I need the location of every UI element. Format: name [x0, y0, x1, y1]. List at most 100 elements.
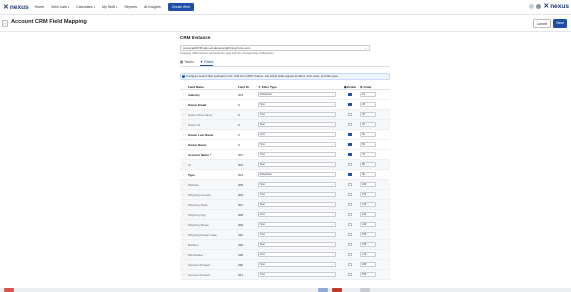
order-input[interactable]: 150 [360, 232, 376, 237]
nav-item-calendars[interactable]: Calendars [76, 5, 92, 9]
order-input[interactable]: 30 [360, 112, 376, 117]
col-field-name: Field Name [188, 84, 205, 89]
filter-type-select[interactable]: Text ⌄ [258, 192, 336, 197]
col-visible: ◉ Visible [343, 84, 357, 89]
order-input[interactable]: 20 [360, 102, 376, 107]
visible-checkbox[interactable] [348, 252, 352, 257]
visible-checkbox[interactable] [348, 172, 352, 177]
visible-checkbox[interactable] [348, 192, 352, 197]
visible-checkbox[interactable] [348, 272, 352, 277]
filter-type-select[interactable]: Text ⌄ [258, 112, 336, 117]
filter-type-select[interactable]: Text ⌄ [258, 132, 336, 137]
nav-item-reports[interactable]: Reports [124, 5, 137, 9]
app-icon[interactable] [360, 288, 370, 292]
cancel-button[interactable]: Cancel [532, 19, 552, 28]
order-input[interactable]: 70 [360, 152, 376, 157]
field-id: 301 [238, 152, 244, 157]
order-input[interactable]: 190 [360, 272, 376, 277]
filter-type-select[interactable]: Text ⌄ [258, 242, 336, 247]
visible-checkbox[interactable] [348, 182, 352, 187]
app-icon[interactable] [332, 288, 342, 292]
nexus-logo[interactable]: ✕ nexus [3, 3, 29, 12]
visible-checkbox[interactable] [348, 242, 352, 247]
order-input[interactable]: 160 [360, 242, 376, 247]
filter-type-select[interactable]: Text ⌄ [258, 102, 336, 107]
filter-type-select[interactable]: Dropdown ⌄ [258, 92, 336, 97]
filter-type-select[interactable]: Text ⌄ [258, 262, 336, 267]
nav-item-home[interactable]: Home [35, 5, 45, 9]
visible-checkbox[interactable] [348, 222, 352, 227]
chevron-down-icon: ⌄ [331, 173, 334, 176]
crm-instance-select[interactable]: scorecard6745-dev-ed.develop.lightning.f… [180, 45, 370, 51]
filter-type-select[interactable]: Text ⌄ [258, 122, 336, 127]
order-input[interactable]: 90 [360, 172, 376, 177]
help-icon[interactable] [529, 3, 535, 9]
order-input[interactable]: 120 [360, 202, 376, 207]
field-name: Shipping City [188, 212, 206, 217]
table-row: ⋮⋮ Shipping Street 309 Text ⌄ 140 [180, 220, 390, 230]
visible-checkbox[interactable] [348, 232, 352, 237]
order-input[interactable]: 170 [360, 252, 376, 257]
visible-checkbox[interactable] [348, 122, 352, 127]
visible-checkbox[interactable] [348, 202, 352, 207]
order-input[interactable]: 60 [360, 142, 376, 147]
field-name: Owner Email [188, 102, 207, 107]
app-icon[interactable] [318, 288, 328, 292]
order-input[interactable]: 100 [360, 182, 376, 187]
filter-type-select[interactable]: Dropdown ⌄ [258, 172, 336, 177]
crm-instance-title: CRM Instance [180, 35, 211, 40]
order-input[interactable]: 50 [360, 132, 376, 137]
app-icon[interactable] [4, 288, 14, 292]
visible-checkbox[interactable] [348, 92, 352, 97]
logo-mark-icon: ✕ [3, 4, 9, 11]
taskbar [0, 288, 571, 292]
order-input[interactable]: 40 [360, 122, 376, 127]
chevron-down-icon: ⌄ [331, 233, 334, 236]
order-input[interactable]: 10 [360, 92, 376, 97]
avatar[interactable] [536, 3, 542, 9]
nav-item-ai-insights[interactable]: AI Insights [144, 5, 161, 9]
field-name: Website [188, 182, 199, 187]
order-input[interactable]: 110 [360, 192, 376, 197]
tab-tables[interactable]: ▦ Tables [180, 60, 194, 66]
order-input[interactable]: 140 [360, 222, 376, 227]
save-button[interactable]: Save [553, 19, 567, 28]
chevron-down-icon: ⌄ [331, 243, 334, 246]
visible-checkbox[interactable] [348, 132, 352, 137]
filter-type-select[interactable]: Text ⌄ [258, 252, 336, 257]
filter-type-select[interactable]: Text ⌄ [258, 162, 336, 167]
table-row: ⋮⋮ Account Product 321 Text ⌄ 190 [180, 270, 390, 280]
field-name: Shipping Street [188, 222, 209, 227]
create-web-button[interactable]: Create Web [167, 3, 194, 11]
back-button[interactable]: ‹ [2, 20, 8, 27]
order-input[interactable]: 130 [360, 212, 376, 217]
filter-type-select[interactable]: Text ⌄ [258, 202, 336, 207]
visible-checkbox[interactable] [348, 212, 352, 217]
filter-type-select[interactable]: Text ⌄ [258, 232, 336, 237]
field-name: Shipping State [188, 202, 208, 207]
visible-checkbox[interactable] [348, 102, 352, 107]
filter-type-select[interactable]: Text ⌄ [258, 222, 336, 227]
nav-item-my-stuff[interactable]: My Stuff [102, 5, 115, 9]
table-row: ⋮⋮ Shipping Country 306 Text ⌄ 110 [180, 190, 390, 200]
order-input[interactable]: 80 [360, 162, 376, 167]
filter-type-select[interactable]: Text ⌄ [258, 182, 336, 187]
chevron-down-icon: ▾ [93, 5, 95, 9]
filter-type-select[interactable]: Text ⌄ [258, 272, 336, 277]
filter-type-select[interactable]: Text ⌄ [258, 152, 336, 157]
chevron-down-icon: ⌄ [331, 143, 334, 146]
main-content: CRM Instance scorecard6745-dev-ed.develo… [180, 33, 390, 280]
filter-type-select[interactable]: Text ⌄ [258, 142, 336, 147]
visible-checkbox[interactable] [348, 142, 352, 147]
field-name: Owner First Name [188, 112, 213, 117]
visible-checkbox[interactable] [348, 162, 352, 167]
visible-checkbox[interactable] [348, 152, 352, 157]
visible-checkbox[interactable] [348, 112, 352, 117]
order-input[interactable]: 180 [360, 262, 376, 267]
filter-type-select[interactable]: Text ⌄ [258, 212, 336, 217]
nav-item-web-lists[interactable]: Web Lists [51, 5, 67, 9]
tab-filters[interactable]: ▼ Filters [199, 60, 214, 66]
chevron-down-icon: ⌄ [331, 193, 334, 196]
visible-checkbox[interactable] [348, 262, 352, 267]
field-name: Id [188, 162, 191, 167]
